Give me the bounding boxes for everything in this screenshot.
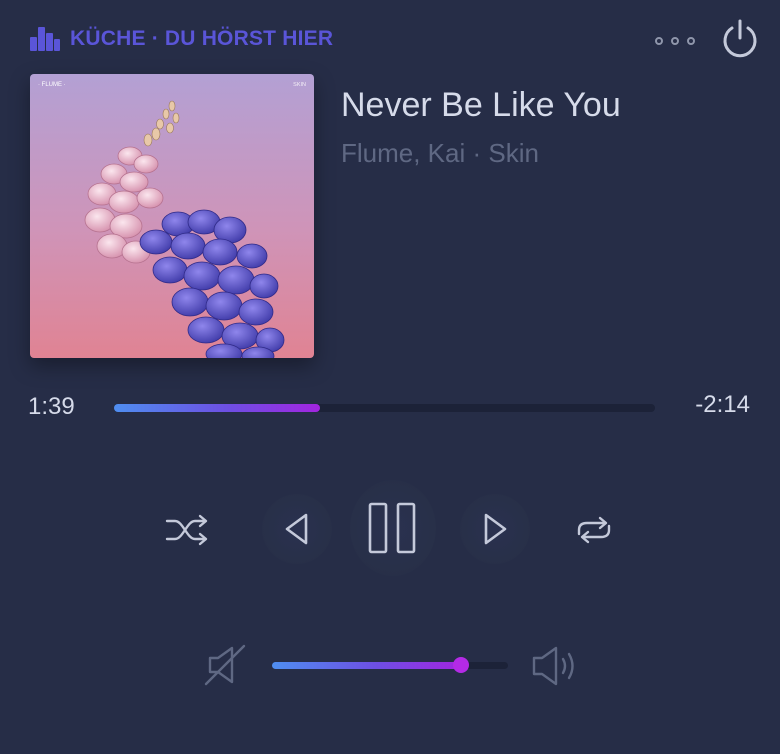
room-label[interactable]: KÜCHE · DU HÖRST HIER — [70, 27, 333, 51]
room-header: KÜCHE · DU HÖRST HIER — [30, 22, 333, 56]
more-dots-icon — [655, 37, 663, 45]
track-artist-album[interactable]: Flume, Kai · Skin — [341, 138, 539, 169]
speaker-loud-icon[interactable] — [530, 642, 582, 690]
repeat-icon — [577, 516, 611, 544]
next-icon — [484, 513, 507, 545]
volume-knob[interactable] — [452, 657, 469, 673]
next-button[interactable] — [460, 494, 530, 564]
album-text-title: SKIN — [293, 82, 306, 88]
speaker-bars-icon — [30, 27, 60, 51]
shuffle-button[interactable] — [160, 508, 216, 552]
shuffle-icon — [165, 514, 208, 546]
progress-fill — [114, 404, 320, 412]
volume-fill — [272, 657, 469, 673]
track-title: Never Be Like You — [341, 86, 621, 124]
repeat-button[interactable] — [566, 508, 622, 552]
album-art[interactable]: · FLUME · SKIN — [30, 74, 314, 358]
album-text-artist: · FLUME · — [38, 82, 66, 88]
time-remaining: -2:14 — [695, 391, 750, 418]
transport-controls — [0, 480, 780, 580]
time-elapsed: 1:39 — [28, 393, 75, 420]
previous-icon — [285, 513, 308, 545]
album-cover-image: · FLUME · SKIN — [30, 74, 314, 358]
power-icon[interactable] — [718, 18, 762, 62]
previous-button[interactable] — [262, 494, 332, 564]
speaker-muted-icon[interactable] — [202, 642, 248, 688]
pause-button[interactable] — [350, 480, 436, 576]
progress-bar[interactable] — [114, 404, 655, 412]
pause-icon — [368, 502, 416, 554]
volume-slider[interactable] — [272, 657, 508, 673]
more-options-button[interactable] — [652, 30, 698, 52]
